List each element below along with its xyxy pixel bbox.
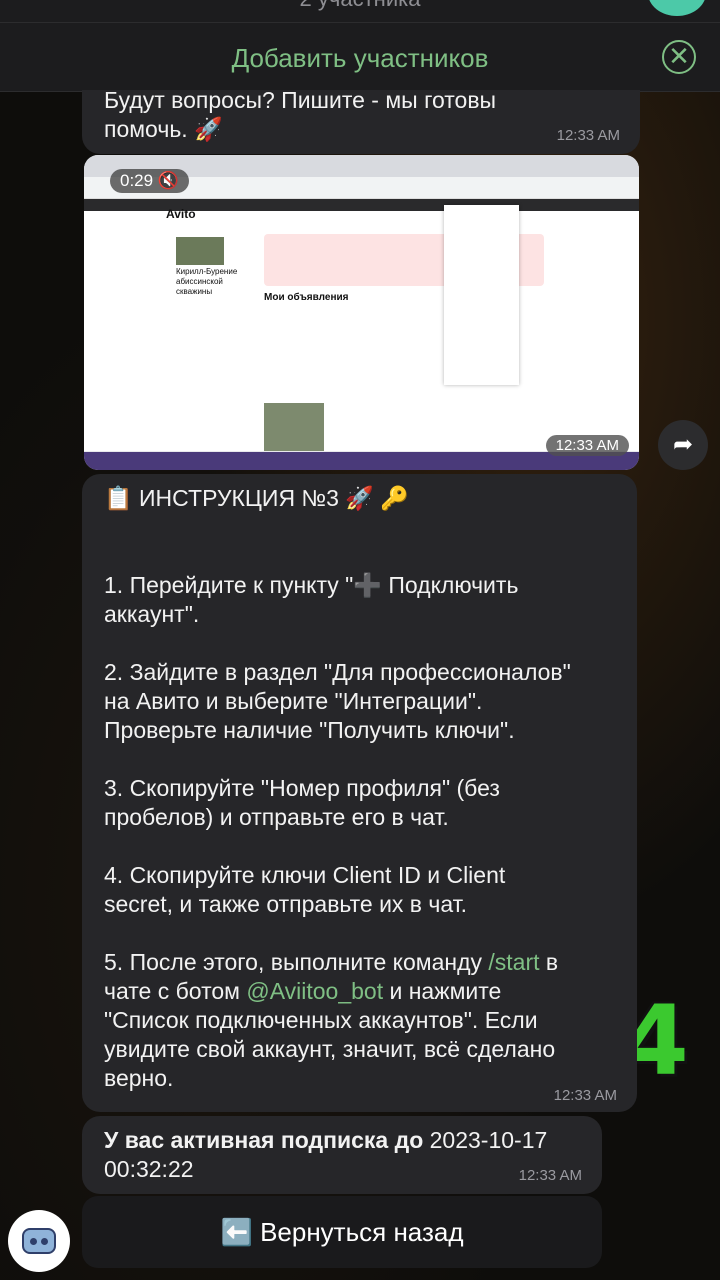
back-button[interactable]: ⬅️ Вернуться назад (82, 1196, 602, 1268)
video-listing-photo (264, 403, 324, 451)
video-duration[interactable]: 0:29 🔇 (110, 169, 189, 193)
step-1: 1. Перейдите к пункту "➕ Подключить акка… (104, 572, 519, 627)
participants-count: 2 участника (0, 0, 720, 12)
video-profile-photo (176, 237, 224, 265)
video-profile-name: Кирилл-Бурение абиссинской скважины (176, 267, 238, 296)
add-members-link[interactable]: Добавить участников (0, 43, 720, 74)
robot-eye (30, 1238, 37, 1245)
mute-icon[interactable]: 🔇 (158, 171, 179, 190)
avatar-button[interactable] (648, 0, 706, 16)
video-page-heading: Мои объявления (264, 292, 349, 303)
robot-icon (22, 1228, 56, 1254)
subscription-label: У вас активная подписка до (104, 1127, 424, 1153)
message-time: 12:33 AM (553, 1087, 617, 1104)
message-time: 12:33 AM (518, 1167, 582, 1184)
message-bubble: Будут вопросы? Пишите - мы готовы помочь… (82, 87, 640, 154)
video-site-logo: Avito (166, 207, 196, 221)
step-2: 2. Зайдите в раздел "Для профессионалов"… (104, 659, 571, 743)
close-icon[interactable]: ✕ (662, 40, 696, 74)
chat-header: 2 участника (0, 0, 720, 22)
instruction-title: 📋 ИНСТРУКЦИЯ №3 🚀 🔑 (104, 485, 409, 511)
instruction-text: 📋 ИНСТРУКЦИЯ №3 🚀 🔑 1. Перейдите к пункт… (104, 484, 624, 1093)
message-text: Будут вопросы? Пишите - мы готовы помочь… (104, 87, 497, 142)
instruction-message: 📋 ИНСТРУКЦИЯ №3 🚀 🔑 1. Перейдите к пункт… (82, 474, 637, 1112)
start-command-link[interactable]: /start (488, 949, 539, 975)
step-4: 4. Скопируйте ключи Client ID и Client s… (104, 862, 506, 917)
subscription-message: У вас активная подписка до 2023-10-17 00… (82, 1116, 602, 1194)
robot-eye (41, 1238, 48, 1245)
video-message[interactable]: Avito Кирилл-Бурение абиссинской скважин… (84, 155, 639, 470)
share-icon[interactable]: ➦ (658, 420, 708, 470)
step-3: 3. Скопируйте "Номер профиля" (без пробе… (104, 775, 500, 830)
video-time: 12:33 AM (545, 435, 629, 456)
bot-mention-link[interactable]: @Aviitoo_bot (246, 978, 383, 1004)
video-dropdown-menu (444, 205, 519, 385)
add-members-bar: Добавить участников ✕ (0, 22, 720, 92)
step-5-part-a: 5. После этого, выполните команду (104, 949, 489, 975)
video-duration-text: 0:29 (120, 171, 154, 190)
bot-avatar[interactable] (8, 1210, 70, 1272)
message-time: 12:33 AM (556, 127, 620, 144)
